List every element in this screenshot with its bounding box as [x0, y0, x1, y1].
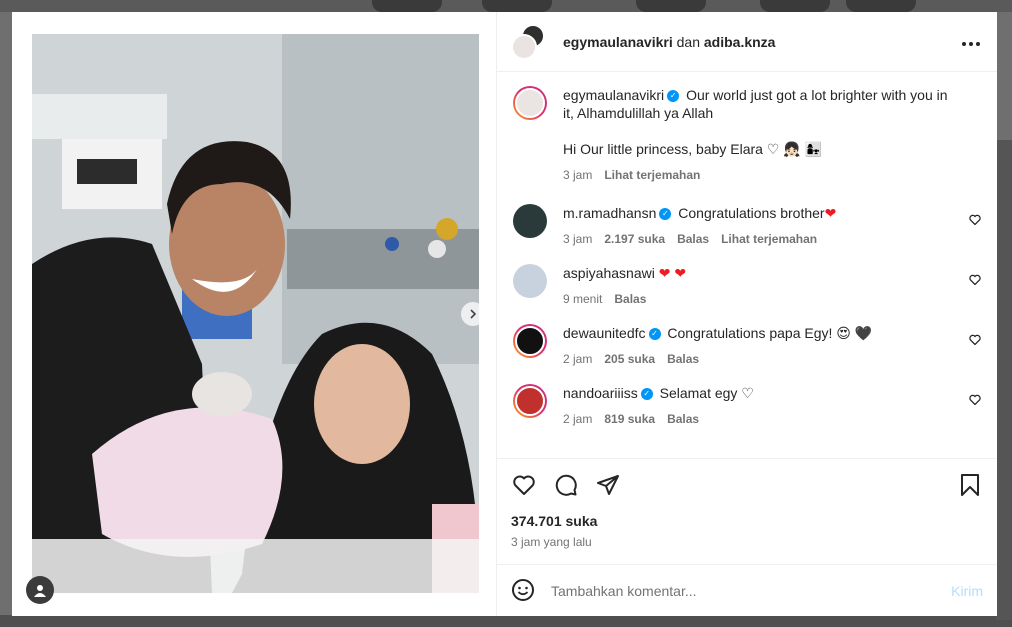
post-actions: 374.701 suka 3 jam yang lalu [497, 458, 997, 564]
user-icon [34, 585, 46, 597]
verified-badge-icon: ✓ [667, 90, 680, 103]
heart-icon [969, 274, 981, 286]
caption-text-2: Hi Our little princess, baby Elara ♡ 👧🏻 … [563, 141, 823, 157]
comment-username[interactable]: nandoariiiss [563, 385, 638, 401]
comment-username[interactable]: dewaunitedfc [563, 325, 646, 341]
author-username[interactable]: egymaulanavikri [563, 34, 673, 50]
avatar[interactable] [513, 204, 547, 238]
comment-time: 9 menit [563, 292, 603, 306]
comment-like-button[interactable] [969, 214, 981, 228]
comment-like-button[interactable] [969, 334, 981, 348]
bg-thumb [482, 0, 552, 12]
comment-time: 2 jam [563, 352, 593, 366]
next-photo-button[interactable] [461, 302, 485, 326]
avatar[interactable] [513, 86, 547, 120]
comments-list[interactable]: egymaulanavikri ✓ Our world just got a lo… [497, 72, 997, 458]
heart-icon [513, 475, 535, 495]
comment-item: nandoariiiss ✓ Selamat egy ♡ 2 jam 819 su… [513, 384, 981, 428]
avatar [511, 33, 537, 60]
post-media [12, 12, 497, 616]
caption-username[interactable]: egymaulanavikri [563, 87, 664, 103]
comment-like-button[interactable] [969, 394, 981, 408]
background-side [996, 140, 1012, 620]
add-comment-bar: Kirim [497, 564, 997, 616]
bg-thumb [636, 0, 706, 12]
comment-text: Selamat egy [659, 385, 738, 401]
post-photo[interactable] [32, 34, 479, 593]
more-icon [962, 42, 980, 46]
comment-text: Congratulations papa Egy! [667, 325, 833, 341]
post-panel: egymaulanavikri dan adiba.knza egymaulan… [497, 12, 997, 616]
more-options-button[interactable] [961, 30, 981, 53]
comment-text: Congratulations brother [678, 205, 825, 221]
save-button[interactable] [957, 472, 983, 498]
comment-likes[interactable]: 205 suka [604, 350, 655, 368]
avatar[interactable] [513, 324, 547, 358]
comment-username[interactable]: aspiyahasnawi [563, 265, 655, 281]
verified-badge-icon: ✓ [659, 208, 672, 221]
post-comment-button[interactable]: Kirim [951, 583, 983, 599]
comment-emoji: ❤ ❤ [658, 265, 687, 281]
collab-names: egymaulanavikri dan adiba.knza [563, 34, 961, 50]
reply-button[interactable]: Balas [667, 350, 699, 368]
post-header: egymaulanavikri dan adiba.knza [497, 12, 997, 72]
chevron-right-icon [470, 309, 477, 319]
avatar[interactable] [513, 384, 547, 418]
tagged-users-button[interactable] [26, 576, 54, 604]
caption-time: 3 jam [563, 168, 593, 182]
post-modal: egymaulanavikri dan adiba.knza egymaulan… [12, 12, 997, 616]
comment-emoji: ❤ [824, 205, 837, 221]
comment-likes[interactable]: 2.197 suka [604, 230, 665, 248]
like-button[interactable] [511, 472, 537, 498]
comment-icon [555, 474, 577, 496]
verified-badge-icon: ✓ [640, 388, 653, 401]
emoji-icon [512, 578, 534, 601]
comment-item: m.ramadhansn ✓ Congratulations brother❤ 3… [513, 204, 981, 248]
bookmark-icon [961, 474, 979, 496]
comment-like-button[interactable] [969, 274, 981, 288]
comment-time: 2 jam [563, 412, 593, 426]
likes-count[interactable]: 374.701 suka [511, 513, 983, 529]
reply-button[interactable]: Balas [614, 290, 646, 308]
caption: egymaulanavikri ✓ Our world just got a lo… [513, 86, 981, 184]
heart-icon [969, 394, 981, 406]
caption-meta: 3 jam Lihat terjemahan [563, 166, 955, 184]
reply-button[interactable]: Balas [667, 410, 699, 428]
reply-button[interactable]: Balas [677, 230, 709, 248]
comment-input[interactable] [551, 582, 952, 599]
see-translation-link[interactable]: Lihat terjemahan [604, 166, 700, 184]
avatar[interactable] [513, 264, 547, 298]
share-button[interactable] [595, 472, 621, 498]
coauthor-username[interactable]: adiba.knza [704, 34, 776, 50]
send-icon [597, 475, 619, 495]
comment-likes[interactable]: 819 suka [604, 410, 655, 428]
bg-thumb [760, 0, 830, 12]
heart-icon [969, 334, 981, 346]
posted-time: 3 jam yang lalu [511, 535, 592, 549]
connector-text: dan [676, 33, 700, 50]
emoji-button[interactable] [511, 578, 537, 604]
comment-time: 3 jam [563, 232, 593, 246]
collab-avatars[interactable] [511, 23, 547, 60]
comment-emoji: ♡ [741, 385, 754, 401]
comment-item: dewaunitedfc ✓ Congratulations papa Egy! … [513, 324, 981, 368]
bg-thumb [846, 0, 916, 12]
comment-button[interactable] [553, 472, 579, 498]
see-translation-link[interactable]: Lihat terjemahan [721, 230, 817, 248]
comment-item: aspiyahasnawi ❤ ❤ 9 menit Balas [513, 264, 981, 308]
photo-illustration [32, 34, 479, 593]
heart-icon [969, 214, 981, 226]
background-bottom [0, 615, 1012, 627]
verified-badge-icon: ✓ [648, 328, 661, 341]
comment-emoji: 😍 🖤 [836, 325, 873, 341]
bg-thumb [372, 0, 442, 12]
comment-username[interactable]: m.ramadhansn [563, 205, 656, 221]
